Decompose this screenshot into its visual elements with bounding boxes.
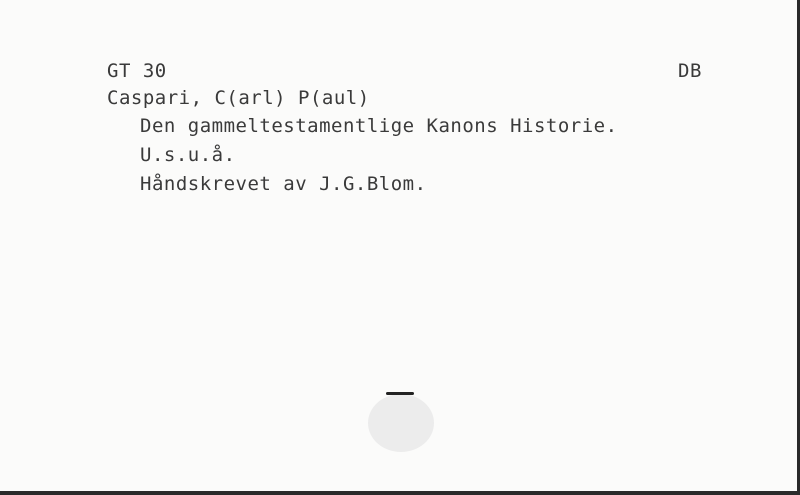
catalog-card: GT 30 DB Caspari, C(arl) P(aul) Den gamm… [0,0,800,495]
call-number: GT 30 [107,60,167,82]
note-line: Håndskrevet av J.G.Blom. [140,173,427,195]
punch-hole [368,394,434,452]
imprint-line: U.s.u.å. [140,144,236,166]
author-heading: Caspari, C(arl) P(aul) [107,87,370,109]
location-code: DB [678,60,702,82]
punch-hole-edge [386,392,414,395]
title-line: Den gammeltestamentlige Kanons Historie. [140,115,618,137]
